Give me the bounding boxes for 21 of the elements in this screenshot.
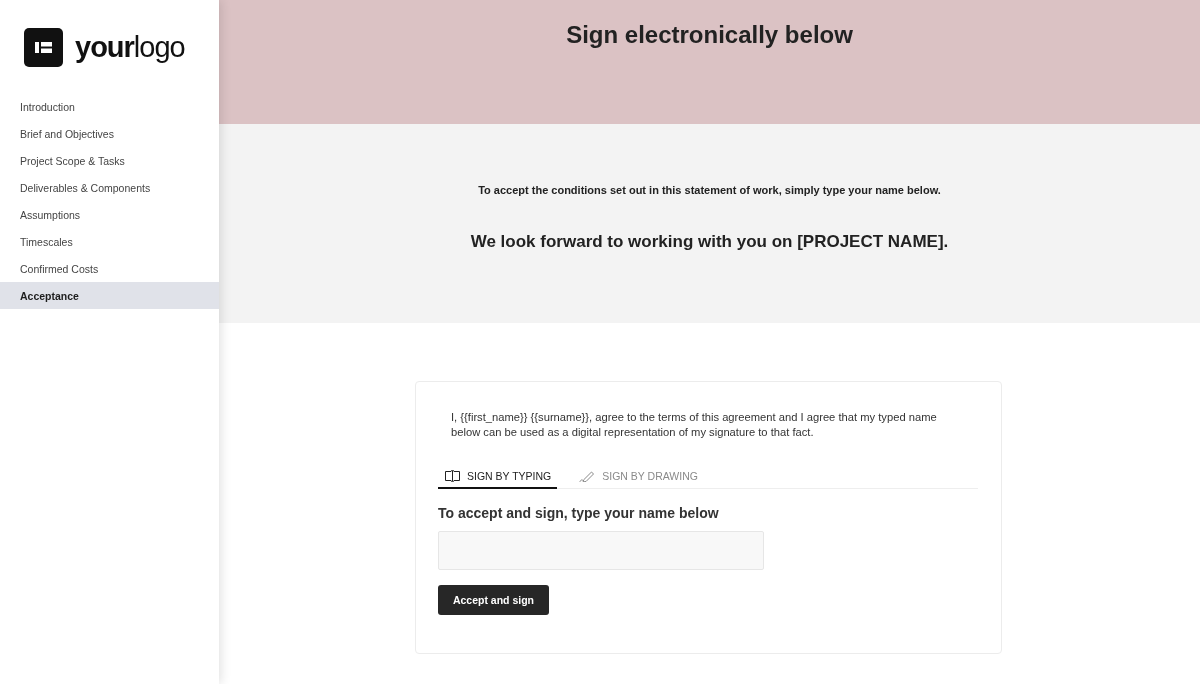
text-cursor-icon (444, 470, 461, 482)
sign-prompt: To accept and sign, type your name below (438, 504, 720, 522)
instruction-text: To accept the conditions set out in this statement of work, simply type your name below. (478, 183, 941, 198)
sign-tab[interactable]: SIGN BY TYPING (438, 470, 558, 489)
sign-tab[interactable]: SIGN BY DRAWING (573, 470, 704, 489)
nav-item[interactable]: Acceptance (0, 282, 219, 309)
agreement-statement: I, {{first_name}} {{surname}}, agree to the terms of this agreement and I agree that my typed name below can be used as a digital representation of my signature to that fact. (451, 410, 938, 440)
nav-item[interactable]: Deliverables & Components (0, 174, 219, 201)
pen-icon (579, 470, 597, 482)
nav-item[interactable]: Brief and Objectives (0, 120, 219, 147)
nav-item[interactable]: Timescales (0, 228, 219, 255)
name-input[interactable] (438, 531, 764, 570)
logo-icon (24, 28, 63, 67)
welcome-message: We look forward to working with you on [PROJECT NAME]. (470, 232, 949, 252)
nav-item[interactable]: Confirmed Costs (0, 255, 219, 282)
nav-item[interactable]: Assumptions (0, 201, 219, 228)
accept-sign-button[interactable]: Accept and sign (438, 585, 549, 615)
nav-item[interactable]: Project Scope & Tasks (0, 147, 219, 174)
page-title: Sign electronically below (566, 21, 853, 49)
logo-text: yourlogo (75, 33, 185, 62)
nav-item[interactable]: Introduction (0, 93, 219, 120)
